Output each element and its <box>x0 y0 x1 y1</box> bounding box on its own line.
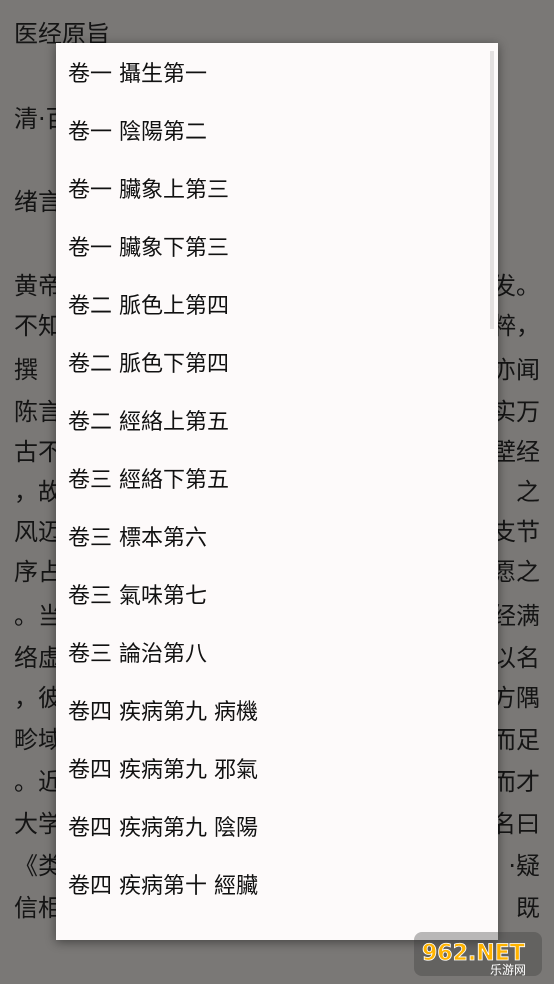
bg-text-line: ，故 <box>14 478 62 506</box>
site-watermark: 962.NET 乐游网 <box>408 928 548 980</box>
bg-text-line: 而才 <box>492 768 540 796</box>
menu-item[interactable]: 卷一 攝生第一 <box>56 43 498 101</box>
bg-text-line: 名曰 <box>492 810 540 838</box>
bg-text-line: 不知 <box>14 312 62 340</box>
bg-text-line: 。近 <box>14 768 62 796</box>
menu-item[interactable]: 卷四 疾病第九 陰陽 <box>56 797 498 855</box>
menu-item[interactable]: 卷三 經絡下第五 <box>56 449 498 507</box>
bg-text-line: 方隅 <box>492 684 540 712</box>
bg-text-line: 绪言 <box>14 188 62 216</box>
bg-text-line: 络虚 <box>14 644 62 672</box>
watermark-sub: 乐游网 <box>490 963 526 977</box>
menu-item[interactable]: 卷二 脈色上第四 <box>56 275 498 333</box>
bg-text-line: 支节 <box>492 518 540 546</box>
bg-text-line: 以名 <box>492 644 540 672</box>
bg-text-line: 。当 <box>14 602 62 630</box>
menu-item[interactable]: 卷四 疾病第十 經臟 <box>56 855 498 913</box>
bg-text-line: 既 <box>516 894 540 922</box>
bg-text-line: 陈言 <box>14 398 62 426</box>
menu-item[interactable]: 卷三 論治第八 <box>56 623 498 681</box>
bg-text-line: 古不 <box>14 438 62 466</box>
bg-text-line: 大学 <box>14 810 62 838</box>
chapter-menu: 卷一 攝生第一 卷一 陰陽第二 卷一 臟象上第三 卷一 臟象下第三 卷二 脈色上… <box>56 43 498 940</box>
bg-text-line: 之 <box>516 478 540 506</box>
menu-item[interactable]: 卷一 臟象上第三 <box>56 159 498 217</box>
menu-item[interactable]: 卷三 氣味第七 <box>56 565 498 623</box>
bg-text-line: 而足 <box>492 726 540 754</box>
bg-text-line: 经满 <box>492 602 540 630</box>
bg-text-line: 实万 <box>492 398 540 426</box>
menu-item[interactable]: 卷二 經絡上第五 <box>56 391 498 449</box>
bg-text-line: 风迈 <box>14 518 62 546</box>
bg-text-line: 信相 <box>14 894 62 922</box>
bg-text-line: 发。 <box>492 272 540 300</box>
bg-text-line: 序占 <box>14 558 62 586</box>
menu-item[interactable]: 卷二 脈色下第四 <box>56 333 498 391</box>
menu-item[interactable]: 卷一 臟象下第三 <box>56 217 498 275</box>
bg-text-line: 壁经 <box>492 438 540 466</box>
bg-text-line: 《类 <box>14 852 62 880</box>
menu-item[interactable]: 卷三 標本第六 <box>56 507 498 565</box>
bg-text-line: ，彼 <box>14 684 62 712</box>
menu-item[interactable]: 卷四 疾病第九 邪氣 <box>56 739 498 797</box>
bg-text-line: 撰 <box>14 356 38 384</box>
bg-text-line: 黄帝 <box>14 272 62 300</box>
bg-text-line: 畛域 <box>14 726 62 754</box>
menu-item[interactable]: 卷四 疾病第九 病機 <box>56 681 498 739</box>
bg-text-line: 粹， <box>492 312 540 340</box>
watermark-logo-icon: 962.NET 乐游网 <box>414 932 542 977</box>
bg-text-line: 亦闻 <box>492 356 540 384</box>
bg-text-line: 愿之 <box>492 558 540 586</box>
bg-text-line: ·疑 <box>508 852 540 880</box>
menu-item[interactable]: 卷一 陰陽第二 <box>56 101 498 159</box>
